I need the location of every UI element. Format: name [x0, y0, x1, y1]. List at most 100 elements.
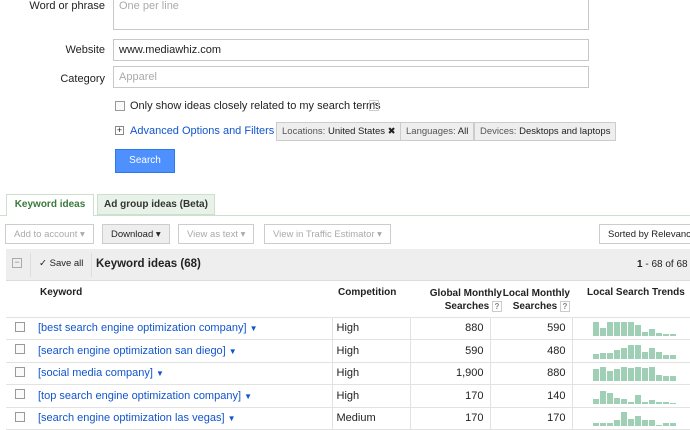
dropdown-icon[interactable]: ▼ [156, 369, 164, 378]
competition-cell: High [331, 317, 410, 340]
row-checkbox[interactable] [15, 366, 25, 377]
trend-bar [662, 334, 669, 337]
trend-bar [662, 376, 669, 382]
advanced-options-link[interactable]: Advanced Options and Filters [130, 125, 274, 137]
word-or-phrase-label: Word or phrase [29, 0, 105, 12]
trend-bar [613, 398, 620, 404]
traffic-estimator-button[interactable]: View in Traffic Estimator ▾ [264, 224, 391, 244]
trend-bar [627, 367, 634, 382]
trend-bar [599, 353, 606, 359]
trend-bar [648, 328, 655, 337]
trend-bar [648, 367, 655, 382]
trend-bar [613, 322, 620, 337]
trend-bar [620, 347, 627, 359]
trend-bar [641, 402, 648, 404]
tab-divider [0, 215, 690, 216]
trend-bar [627, 402, 634, 404]
trend-cell [571, 339, 690, 363]
tab-ad-group-ideas[interactable]: Ad group ideas (Beta) [97, 194, 215, 215]
trend-bar [669, 402, 676, 404]
locations-chip[interactable]: Locations: United States ✖ [276, 122, 402, 141]
category-input[interactable]: Apparel [113, 66, 589, 88]
local-searches-cell: 170 [489, 407, 572, 430]
trend-cell [571, 317, 690, 340]
chip-value: United States [327, 126, 385, 137]
row-checkbox[interactable] [15, 344, 25, 355]
download-button[interactable]: Download ▾ [102, 224, 170, 244]
table-row: [best search engine optimization company… [6, 317, 690, 340]
trend-bar [655, 332, 662, 337]
view-as-text-button[interactable]: View as text ▾ [178, 224, 255, 244]
trend-bar [669, 334, 676, 337]
trend-bar [613, 368, 620, 382]
keyword-link[interactable]: [social media company] [38, 367, 153, 379]
competition-cell: High [331, 339, 410, 363]
trend-bar [599, 327, 606, 337]
collapse-icon[interactable]: − [12, 258, 22, 268]
save-all-button[interactable]: ✓ Save all [30, 253, 93, 277]
trend-bar [620, 322, 627, 337]
row-checkbox[interactable] [15, 321, 25, 332]
local-searches-cell: 880 [489, 362, 572, 385]
trend-bar [592, 368, 599, 382]
competition-cell: Medium [331, 407, 410, 430]
word-or-phrase-input[interactable]: One per line [113, 0, 589, 30]
keyword-table: [best search engine optimization company… [6, 280, 690, 430]
trend-bar [655, 352, 662, 359]
chip-value: All [457, 126, 469, 137]
trend-bar [669, 422, 676, 427]
trend-bar [592, 353, 599, 359]
row-checkbox[interactable] [15, 411, 25, 422]
tab-keyword-ideas[interactable]: Keyword ideas [6, 194, 94, 216]
trend-bar [592, 422, 599, 427]
sort-button[interactable]: Sorted by Relevance [599, 224, 690, 244]
languages-chip[interactable]: Languages: All [400, 122, 475, 141]
trend-bar [613, 350, 620, 359]
trend-bar [592, 398, 599, 404]
trend-bar [655, 402, 662, 404]
dropdown-icon[interactable]: ▼ [228, 414, 236, 423]
row-checkbox[interactable] [15, 389, 25, 400]
keyword-link[interactable]: [search engine optimization las vegas] [38, 412, 225, 424]
trend-bar [599, 391, 606, 404]
trend-bar [648, 419, 655, 427]
keyword-link[interactable]: [top search engine optimization company] [38, 390, 241, 402]
keyword-link[interactable]: [search engine optimization san diego] [38, 345, 226, 357]
website-input[interactable]: www.mediawhiz.com [113, 39, 589, 61]
global-searches-cell: 170 [409, 407, 490, 430]
chip-value: Desktops and laptops [519, 126, 611, 137]
search-button[interactable]: Search [115, 149, 175, 173]
help-icon[interactable]: ? [369, 100, 379, 111]
devices-chip[interactable]: Devices: Desktops and laptops [474, 122, 617, 141]
website-label: Website [65, 44, 105, 56]
dropdown-icon[interactable]: ▼ [229, 347, 237, 356]
add-to-account-button[interactable]: Add to account ▾ [5, 224, 94, 244]
dropdown-icon[interactable]: ▼ [244, 392, 252, 401]
trend-chart [592, 343, 690, 359]
trend-bar [627, 344, 634, 359]
remove-icon[interactable]: ✖ [388, 126, 396, 137]
global-searches-cell: 590 [409, 339, 490, 363]
global-searches-cell: 170 [409, 384, 490, 408]
trend-cell [571, 384, 690, 408]
trend-bar [648, 399, 655, 404]
keyword-link[interactable]: [best search engine optimization company… [38, 322, 247, 334]
chip-key: Locations: [282, 126, 326, 137]
trend-bar [613, 419, 620, 427]
trend-chart [592, 320, 690, 337]
trend-bar [641, 332, 648, 337]
dropdown-icon[interactable]: ▼ [250, 324, 258, 333]
results-range: 1 - 68 of 68 [637, 259, 688, 270]
trend-bar [592, 322, 599, 337]
only-related-checkbox[interactable] [115, 101, 125, 111]
trend-bar [641, 419, 648, 427]
local-searches-cell: 590 [489, 317, 572, 340]
chip-key: Devices: [480, 126, 517, 137]
trend-chart [592, 410, 690, 427]
trend-bar [662, 422, 669, 427]
trend-chart [592, 365, 690, 382]
trend-bar [620, 367, 627, 382]
trend-bar [655, 374, 662, 382]
expand-icon[interactable]: + [115, 126, 124, 135]
trend-bar [634, 415, 641, 427]
